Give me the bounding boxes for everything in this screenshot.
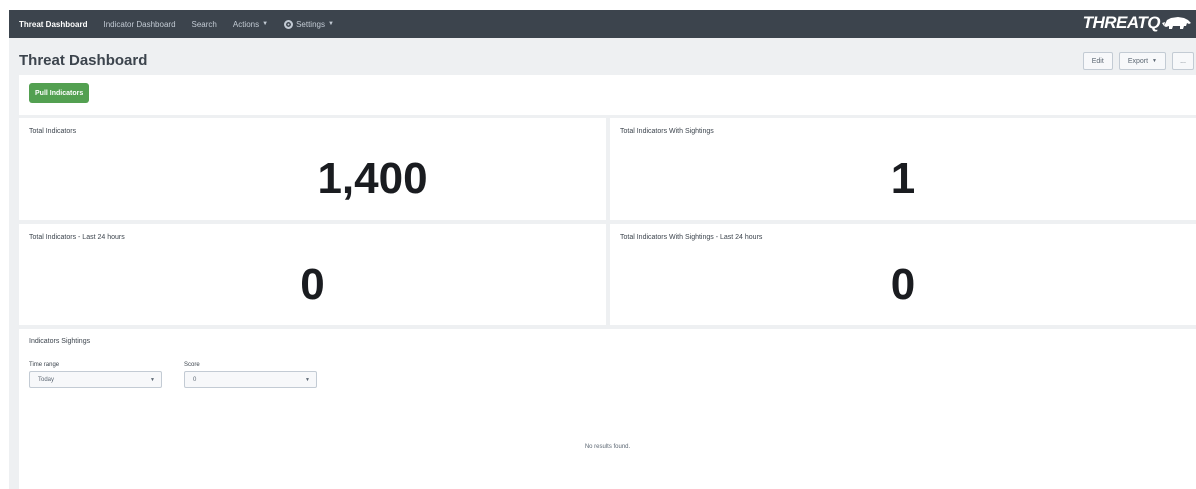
gear-icon xyxy=(284,19,294,29)
score-value: 0 xyxy=(193,376,197,383)
time-range-dropdown[interactable]: Today ▼ xyxy=(29,371,162,388)
caret-down-icon: ▼ xyxy=(305,376,310,383)
score-filter: Score 0 ▼ xyxy=(184,362,317,388)
panel-total-indicators: Total Indicators 1,400 xyxy=(19,118,606,220)
caret-down-icon: ▼ xyxy=(327,21,334,27)
nav-settings[interactable]: Settings ▼ xyxy=(284,19,334,29)
nav-actions-label: Actions xyxy=(232,19,260,29)
nav-threat-dashboard[interactable]: Threat Dashboard xyxy=(19,20,87,29)
score-dropdown[interactable]: 0 ▼ xyxy=(184,371,317,388)
panel-total-with-sightings: Total Indicators With Sightings 1 xyxy=(610,118,1196,220)
score-label: Score xyxy=(184,362,200,368)
panel-title: Total Indicators With Sightings xyxy=(620,128,714,135)
caret-down-icon: ▼ xyxy=(150,376,155,383)
logo-text: THREATQ xyxy=(1082,13,1161,32)
export-button[interactable]: Export ▼ xyxy=(1118,52,1166,70)
panel-sightings-last-24h: Total Indicators With Sightings - Last 2… xyxy=(610,224,1196,325)
caret-down-icon: ▼ xyxy=(262,21,269,27)
nav-actions[interactable]: Actions ▼ xyxy=(233,20,268,29)
single-value: 0 xyxy=(890,260,916,309)
dashboard-actions: Edit Export ▼ ... xyxy=(1082,52,1194,70)
caret-down-icon: ▼ xyxy=(1152,58,1157,64)
export-label: Export xyxy=(1127,57,1149,65)
threatq-logo[interactable]: THREATQ xyxy=(1083,13,1192,33)
nav-settings-label: Settings xyxy=(296,19,325,29)
time-range-filter: Time range Today ▼ xyxy=(29,362,162,388)
no-results-message: No results found. xyxy=(584,444,631,450)
nav-indicator-dashboard[interactable]: Indicator Dashboard xyxy=(103,20,175,29)
top-navbar: Threat Dashboard Indicator Dashboard Sea… xyxy=(9,10,1196,38)
panel-title: Total Indicators - Last 24 hours xyxy=(29,234,125,241)
single-value: 1 xyxy=(890,154,916,203)
time-range-value: Today xyxy=(38,376,55,383)
dashboard-area: Threat Dashboard Edit Export ▼ ... Pull … xyxy=(9,38,1196,489)
time-range-label: Time range xyxy=(29,362,60,368)
panel-title: Total Indicators With Sightings - Last 2… xyxy=(620,234,763,241)
single-value: 0 xyxy=(300,260,325,309)
panel-title: Total Indicators xyxy=(29,128,77,135)
more-button[interactable]: ... xyxy=(1172,52,1194,70)
edit-button[interactable]: Edit xyxy=(1082,52,1113,70)
nav-search[interactable]: Search xyxy=(192,20,217,29)
rhino-logo-icon xyxy=(1162,17,1191,29)
single-value: 1,400 xyxy=(317,154,428,203)
pull-indicators-button[interactable]: Pull Indicators xyxy=(29,83,90,103)
toolbar-row: Pull Indicators xyxy=(19,75,1196,115)
panel-title: Indicators Sightings xyxy=(29,338,91,345)
page-title: Threat Dashboard xyxy=(19,52,148,69)
panel-total-last-24h: Total Indicators - Last 24 hours 0 xyxy=(19,224,606,325)
panel-indicators-sightings: Indicators Sightings Time range Today ▼ … xyxy=(19,329,1196,489)
